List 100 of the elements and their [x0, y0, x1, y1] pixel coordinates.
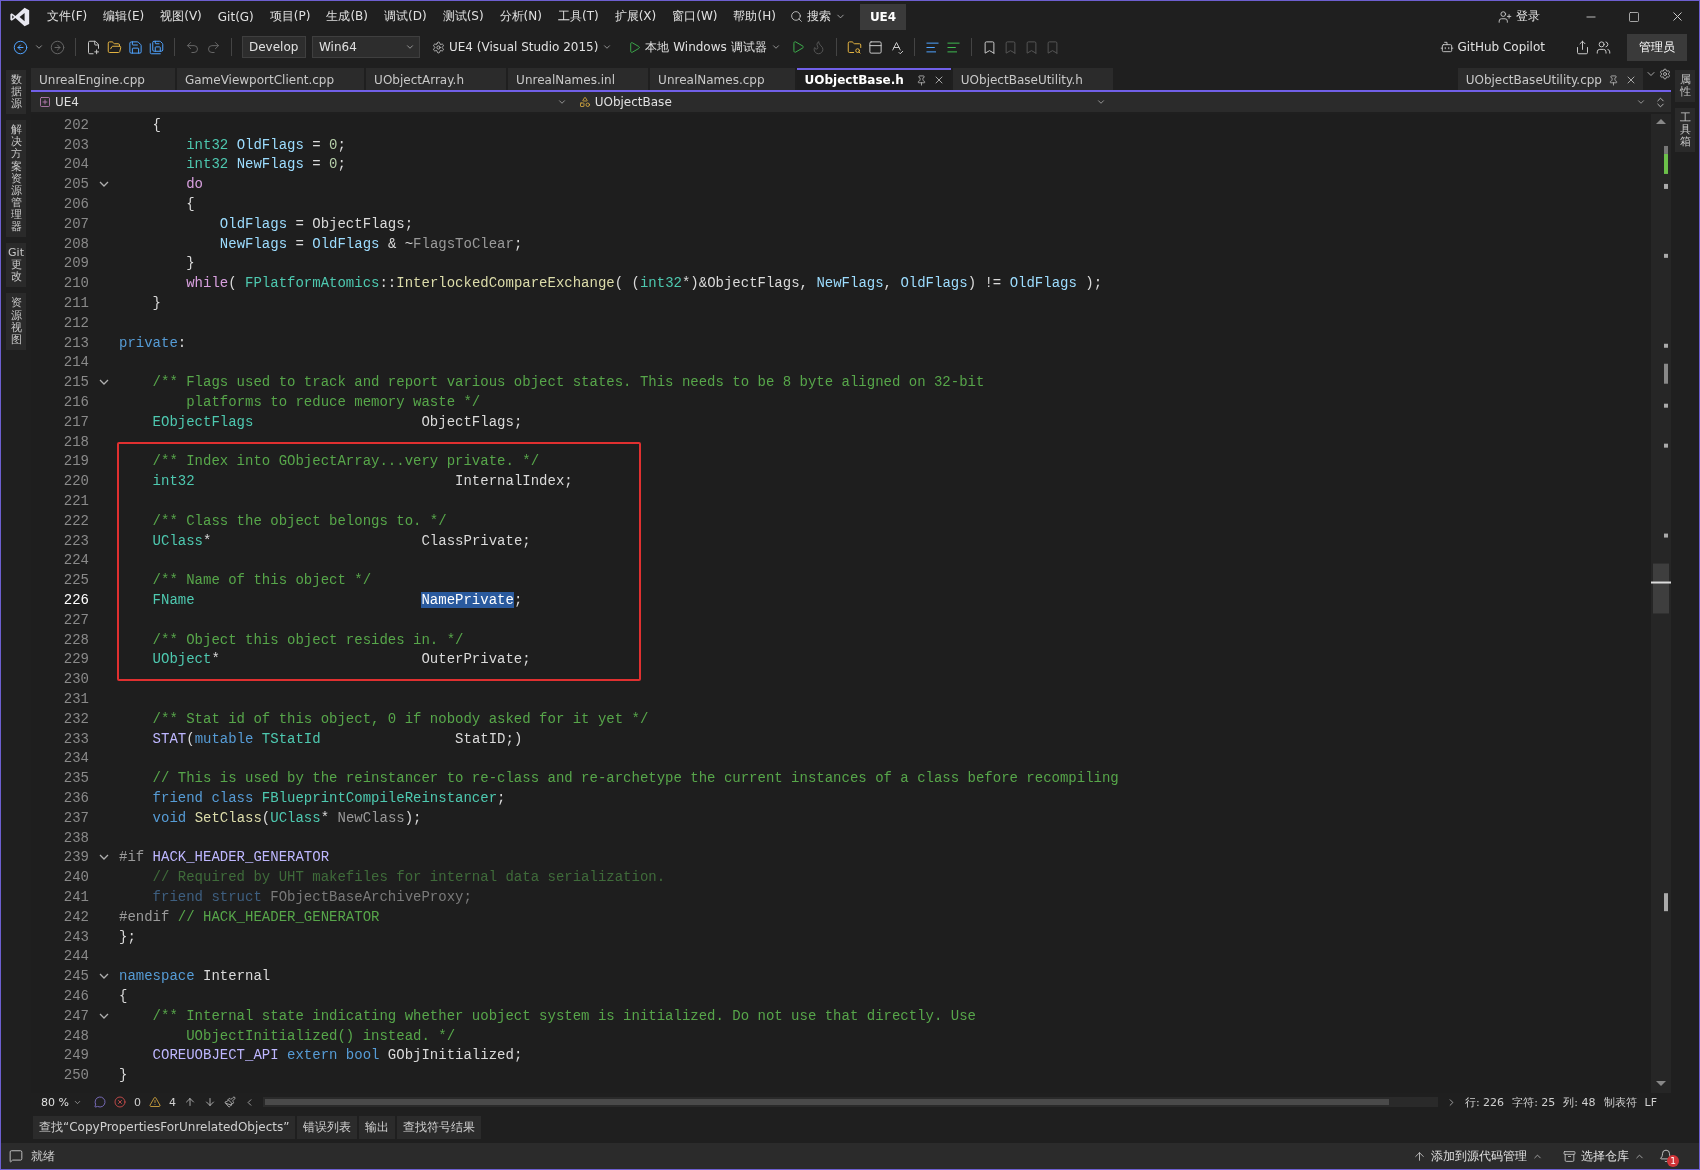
- forward-icon[interactable]: [50, 39, 65, 55]
- close-icon[interactable]: [1670, 9, 1685, 24]
- file-tab[interactable]: UnrealEngine.cpp: [31, 68, 175, 90]
- align-icon[interactable]: [945, 39, 961, 55]
- code-line: /** Index into GObjectArray...very private. */: [152, 453, 540, 470]
- warning-icon[interactable]: [148, 1096, 161, 1108]
- menu-item[interactable]: 编辑(E): [95, 5, 153, 28]
- save-icon[interactable]: [128, 39, 143, 55]
- line-number: 230: [62, 671, 89, 688]
- window-icon[interactable]: [867, 39, 883, 55]
- zoom-dropdown[interactable]: 80 %: [35, 1094, 86, 1110]
- horizontal-scrollbar[interactable]: [262, 1097, 1438, 1107]
- pin-icon[interactable]: [1608, 74, 1619, 86]
- line-number: 229: [62, 651, 89, 668]
- line-ending[interactable]: LF: [1644, 1095, 1657, 1109]
- column-position: 列: 48: [1563, 1094, 1596, 1110]
- people-icon[interactable]: [1596, 39, 1611, 55]
- platform-dropdown[interactable]: Win64: [312, 36, 420, 58]
- menu-item[interactable]: 分析(N): [491, 5, 550, 28]
- sign-in-button[interactable]: 登录: [1492, 5, 1544, 28]
- copilot-button[interactable]: GitHub Copilot: [1433, 36, 1549, 58]
- tool-tab[interactable]: 查找符号结果: [397, 1115, 482, 1139]
- play-icon[interactable]: [628, 40, 642, 54]
- file-tab[interactable]: GameViewportClient.cpp: [176, 68, 365, 90]
- side-panel-tab[interactable]: 数据源: [6, 70, 26, 115]
- code-line: {: [152, 116, 161, 133]
- menu-item[interactable]: 视图(V): [152, 5, 210, 28]
- caret-icon[interactable]: [602, 42, 613, 52]
- folder-search-icon[interactable]: [846, 39, 862, 55]
- tool-tab[interactable]: 查找“CopyPropertiesForUnrelatedObjects”: [33, 1115, 296, 1139]
- menu-item[interactable]: 调试(D): [376, 5, 435, 28]
- code-line: NewFlags = OldFlags & ~FlagsToClear;: [219, 235, 523, 252]
- collapse-icon[interactable]: [99, 378, 109, 387]
- file-tab[interactable]: UnrealNames.cpp: [650, 68, 795, 90]
- warning-count: 4: [168, 1095, 176, 1109]
- collapse-icon[interactable]: [99, 853, 109, 862]
- tool-tab[interactable]: 输出: [359, 1115, 396, 1139]
- side-panel-tab[interactable]: 资源视图: [6, 293, 26, 350]
- close-icon[interactable]: [1625, 74, 1637, 86]
- collapse-icon[interactable]: [99, 972, 109, 981]
- gear-icon[interactable]: [432, 40, 445, 54]
- menu-item[interactable]: 扩展(X): [606, 5, 665, 28]
- search-button[interactable]: 搜索: [783, 5, 850, 28]
- file-tab[interactable]: UObjectArray.h: [366, 68, 507, 90]
- side-panel-tab[interactable]: 属性: [1675, 70, 1695, 103]
- vertical-scrollbar[interactable]: [1651, 114, 1671, 1093]
- arrow-up-icon[interactable]: [183, 1096, 196, 1108]
- debugger-button[interactable]: 本地 Windows 调试器: [622, 36, 785, 58]
- menu-item[interactable]: 窗口(W): [664, 5, 726, 28]
- caret-icon[interactable]: [34, 42, 44, 52]
- code-line: UObjectInitialized() instead. */: [186, 1027, 456, 1044]
- back-icon[interactable]: [13, 39, 28, 55]
- indentation-mode[interactable]: 制表符: [1603, 1094, 1637, 1110]
- menu-item[interactable]: 项目(P): [261, 5, 319, 28]
- source-control-button[interactable]: 添加到源代码管理: [1407, 1146, 1549, 1166]
- align-icon[interactable]: [924, 39, 940, 55]
- pin-icon[interactable]: [915, 74, 927, 86]
- code-line: /** Object this object resides in. */: [152, 631, 464, 648]
- menu-item[interactable]: 帮助(H): [725, 5, 784, 28]
- admin-button[interactable]: 管理员: [1627, 33, 1687, 61]
- maximize-icon[interactable]: [1628, 10, 1640, 23]
- redo-icon[interactable]: [206, 39, 221, 55]
- user-plus-icon[interactable]: [1498, 9, 1512, 24]
- split-icon[interactable]: [1654, 95, 1667, 109]
- caret-icon[interactable]: [770, 42, 781, 52]
- bookmark-icon[interactable]: [981, 39, 997, 55]
- error-icon[interactable]: [113, 1096, 126, 1108]
- file-tab[interactable]: UObjectBaseUtility.h: [952, 68, 1113, 90]
- menu-item[interactable]: 工具(T): [549, 5, 607, 28]
- save-all-icon[interactable]: [149, 39, 164, 55]
- menu-item[interactable]: 测试(S): [434, 5, 492, 28]
- folder-icon[interactable]: [107, 39, 122, 55]
- brush-icon[interactable]: [223, 1096, 236, 1108]
- new-file-icon[interactable]: [86, 39, 101, 55]
- code-line: {: [186, 196, 195, 213]
- project-icon: [39, 96, 51, 108]
- configuration-dropdown[interactable]: Develop: [242, 36, 306, 58]
- arrow-down-icon[interactable]: [203, 1096, 216, 1108]
- tool-tab[interactable]: 错误列表: [297, 1115, 358, 1139]
- settings-icon[interactable]: [1659, 68, 1671, 80]
- play-icon[interactable]: [790, 40, 805, 54]
- repository-button[interactable]: 选择仓库: [1557, 1146, 1651, 1166]
- side-panel-tab[interactable]: 解决方案资源管理器: [6, 120, 26, 238]
- side-panel-tab[interactable]: Git 更改: [6, 243, 26, 288]
- menu-item[interactable]: 生成(B): [318, 5, 376, 28]
- share-icon[interactable]: [1575, 39, 1590, 55]
- caret-icon[interactable]: [405, 42, 415, 52]
- menu-item[interactable]: Git(G): [209, 6, 262, 27]
- collapse-icon[interactable]: [99, 1011, 109, 1020]
- chat-icon[interactable]: [9, 1149, 23, 1163]
- file-tab[interactable]: UObjectBase.h: [796, 68, 951, 90]
- startup-project-dropdown[interactable]: UE4 (Visual Studio 2015): [426, 36, 617, 58]
- notifications-icon[interactable]: [1659, 1149, 1673, 1163]
- undo-icon[interactable]: [185, 39, 200, 55]
- menu-item[interactable]: 文件(F): [39, 5, 96, 28]
- search-icon[interactable]: [789, 10, 803, 23]
- side-panel-tab[interactable]: 工具箱: [1675, 108, 1695, 153]
- file-tab[interactable]: UnrealNames.inl: [508, 68, 649, 90]
- file-tab[interactable]: UObjectBaseUtility.cpp: [1457, 68, 1643, 90]
- collapse-icon[interactable]: [99, 180, 109, 189]
